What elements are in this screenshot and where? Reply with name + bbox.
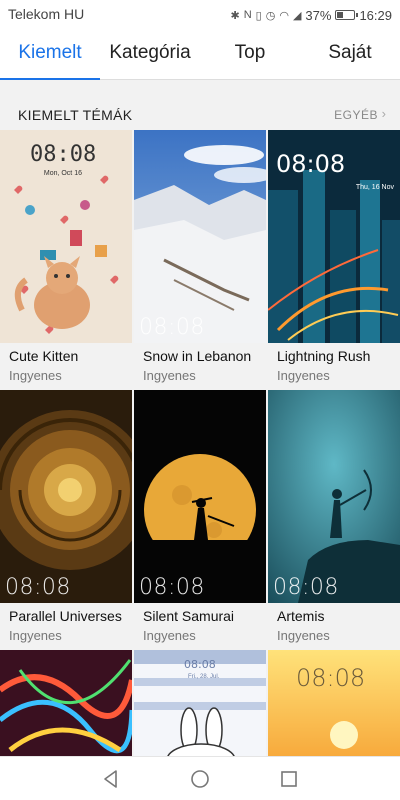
- theme-clock: 08:08: [184, 658, 216, 671]
- theme-card-partial[interactable]: 08:08 Fri., 28. Jul.: [134, 650, 266, 760]
- theme-clock: 08:08: [139, 315, 205, 340]
- theme-clock: 08:08: [273, 575, 339, 600]
- theme-clock: 08:08: [296, 664, 366, 692]
- alarm-icon: ◷: [265, 9, 276, 22]
- theme-thumbnail[interactable]: 08:08 Thu, 16 Nov: [268, 130, 400, 343]
- theme-clock: 08:08: [30, 142, 97, 167]
- chevron-right-icon[interactable]: ›: [382, 106, 386, 121]
- home-icon[interactable]: [188, 767, 212, 791]
- system-nav-bar: [0, 756, 400, 800]
- theme-name: Artemis: [277, 608, 325, 624]
- tab-label: Top: [234, 42, 266, 63]
- theme-name: Lightning Rush: [277, 348, 371, 364]
- tab-kategoria[interactable]: Kategória: [100, 30, 200, 79]
- battery-percent: 37%: [305, 7, 332, 23]
- featured-themes-header: KIEMELT TÉMÁK EGYÉB ›: [0, 96, 400, 130]
- theme-card-artemis[interactable]: 08:08 Artemis Ingyenes: [268, 390, 400, 648]
- carrier-name: Telekom HU: [8, 6, 85, 22]
- theme-card-silent-samurai[interactable]: 08:08 Silent Samurai Ingyenes: [134, 390, 266, 648]
- theme-card-cute-kitten[interactable]: 08:08 Mon, Oct 16 Cute Kitten Ingyenes: [0, 130, 132, 388]
- theme-name: Cute Kitten: [9, 348, 79, 364]
- theme-price: Ingyenes: [277, 628, 330, 643]
- tab-kiemelt[interactable]: Kiemelt: [0, 30, 100, 80]
- tab-label: Kiemelt: [18, 42, 82, 63]
- theme-clock: 08:08: [5, 575, 71, 600]
- theme-price: Ingyenes: [143, 628, 196, 643]
- theme-date: Thu, 16 Nov: [355, 184, 394, 191]
- theme-clock: 08:08: [139, 575, 205, 600]
- theme-name: Parallel Universes: [9, 608, 122, 624]
- more-link[interactable]: EGYÉB: [334, 108, 378, 122]
- back-icon[interactable]: [99, 767, 123, 791]
- status-icons: ✱ N ▯ ◷ ◠ ◢ 37% 16:29: [231, 5, 393, 25]
- recents-icon[interactable]: [277, 767, 301, 791]
- theme-card-parallel-universes[interactable]: 08:08 Parallel Universes Ingyenes: [0, 390, 132, 648]
- theme-price: Ingyenes: [277, 368, 330, 383]
- theme-price: Ingyenes: [9, 368, 62, 383]
- signal-icon: ◢: [292, 9, 302, 22]
- theme-name: Silent Samurai: [143, 608, 235, 624]
- tab-bar: Kiemelt Kategória Top Saját: [0, 30, 400, 80]
- theme-thumbnail[interactable]: 08:08: [134, 390, 266, 603]
- theme-card-snow-in-lebanon[interactable]: 08:08 Snow in Lebanon Ingyenes: [134, 130, 266, 388]
- theme-card-lightning-rush[interactable]: 08:08 Thu, 16 Nov Lightning Rush Ingyene…: [268, 130, 400, 388]
- theme-date: Fri., 28. Jul.: [188, 674, 220, 680]
- bluetooth-icon: ✱: [230, 9, 240, 22]
- clock: 16:29: [359, 7, 392, 23]
- wifi-icon: ◠: [279, 9, 289, 22]
- theme-name: Snow in Lebanon: [143, 348, 252, 364]
- active-tab-indicator: [0, 78, 100, 80]
- theme-thumbnail[interactable]: 08:08: [0, 390, 132, 603]
- nfc-icon: N: [243, 9, 252, 21]
- section-title: KIEMELT TÉMÁK: [18, 107, 133, 123]
- theme-clock: 08:08: [276, 150, 346, 178]
- theme-thumbnail[interactable]: 08:08 Mon, Oct 16: [0, 130, 132, 343]
- theme-card-partial[interactable]: 08:08: [268, 650, 400, 760]
- theme-date: Mon, Oct 16: [43, 170, 82, 177]
- tab-label: Saját: [328, 42, 372, 63]
- theme-price: Ingyenes: [143, 368, 196, 383]
- theme-thumbnail[interactable]: 08:08: [134, 130, 266, 343]
- theme-thumbnail[interactable]: 08:08: [268, 390, 400, 603]
- status-bar: Telekom HU ✱ N ▯ ◷ ◠ ◢ 37% 16:29: [0, 0, 400, 30]
- theme-price: Ingyenes: [9, 628, 62, 643]
- vibrate-icon: ▯: [255, 9, 262, 22]
- battery-icon: [335, 10, 359, 20]
- tab-sajat[interactable]: Saját: [300, 30, 400, 79]
- tab-top[interactable]: Top: [200, 30, 300, 79]
- theme-card-partial[interactable]: [0, 650, 132, 760]
- tab-label: Kategória: [109, 42, 191, 63]
